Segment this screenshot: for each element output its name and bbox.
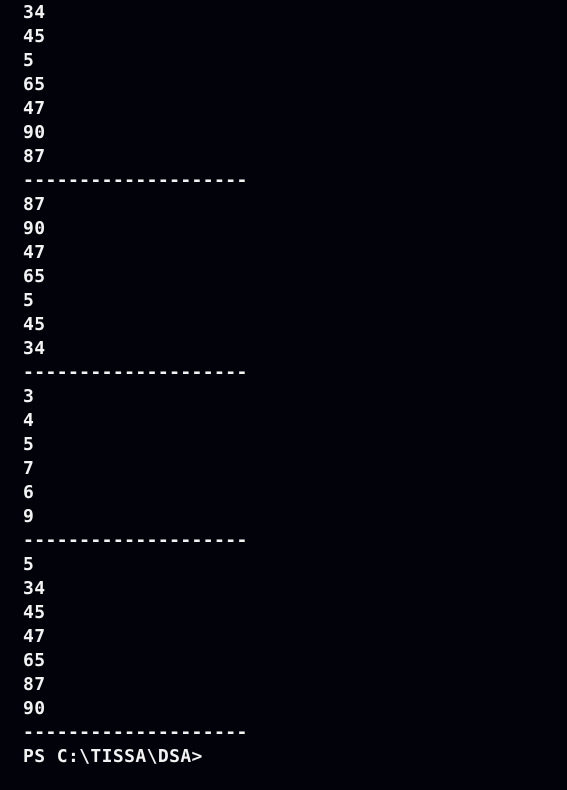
output-line: 47: [23, 242, 46, 263]
output-line: 34: [23, 2, 46, 23]
output-line: 90: [23, 218, 46, 239]
output-line: 3: [23, 386, 35, 407]
output-line: 65: [23, 266, 46, 287]
output-line: 45: [23, 602, 46, 623]
output-line: 45: [23, 26, 46, 47]
output-line: 34: [23, 578, 46, 599]
output-line: 7: [23, 458, 35, 479]
separator-line: --------------------: [23, 362, 248, 383]
output-line: 34: [23, 338, 46, 359]
output-line: 5: [23, 290, 35, 311]
terminal-output: 34 45 5 65 47 90 87 --------------------…: [23, 1, 567, 769]
output-line: 65: [23, 650, 46, 671]
output-line: 5: [23, 554, 35, 575]
output-line: 90: [23, 122, 46, 143]
output-line: 4: [23, 410, 35, 431]
output-line: 45: [23, 314, 46, 335]
terminal-window[interactable]: 34 45 5 65 47 90 87 --------------------…: [0, 0, 567, 790]
output-line: 65: [23, 74, 46, 95]
output-line: 5: [23, 50, 35, 71]
output-line: 9: [23, 506, 35, 527]
separator-line: --------------------: [23, 530, 248, 551]
separator-line: --------------------: [23, 170, 248, 191]
output-line: 6: [23, 482, 35, 503]
separator-line: --------------------: [23, 722, 248, 743]
output-line: 87: [23, 194, 46, 215]
output-line: 87: [23, 146, 46, 167]
output-line: 47: [23, 98, 46, 119]
output-line: 47: [23, 626, 46, 647]
output-line: 87: [23, 674, 46, 695]
shell-prompt[interactable]: PS C:\TISSA\DSA>: [23, 745, 567, 769]
output-line: 90: [23, 698, 46, 719]
output-line: 5: [23, 434, 35, 455]
